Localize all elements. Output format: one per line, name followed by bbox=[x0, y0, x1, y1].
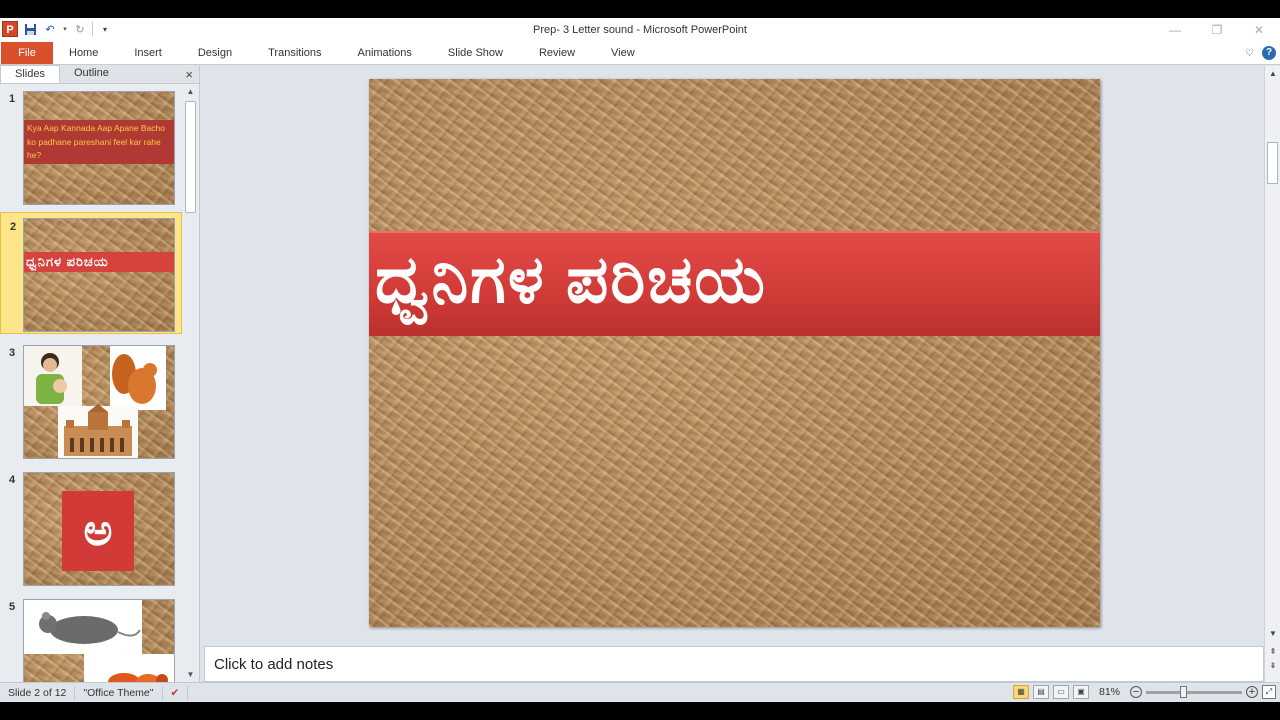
slide-sorter-icon[interactable]: ▤ bbox=[1032, 685, 1049, 699]
thumbnail-text: ಅ bbox=[62, 491, 134, 571]
minimize-ribbon-icon[interactable]: ♡ bbox=[1245, 48, 1254, 59]
close-pane-icon[interactable]: × bbox=[185, 67, 193, 82]
notes-pane[interactable]: Click to add notes bbox=[204, 646, 1264, 682]
status-bar: Slide 2 of 12 "Office Theme" ✔ ▦ ▤ ▭ ▣ 8… bbox=[0, 682, 1280, 702]
next-slide-icon[interactable]: ⇟ bbox=[1265, 660, 1280, 672]
tab-file[interactable]: File bbox=[1, 42, 53, 64]
thumbnail-pictures bbox=[24, 346, 166, 458]
slide-canvas[interactable]: ಧ್ವನಿಗಳ ಪರಿಚಯ bbox=[369, 79, 1100, 627]
slide-thumbnail-image[interactable] bbox=[23, 599, 175, 682]
thumbnail-text: Kya Aap Kannada Aap Apane Bacho ko padha… bbox=[24, 120, 174, 164]
theme-name: "Office Theme" bbox=[75, 685, 163, 700]
zoom-in-icon[interactable]: + bbox=[1246, 686, 1258, 698]
reading-view-icon[interactable]: ▭ bbox=[1052, 685, 1069, 699]
scroll-down-icon[interactable]: ▼ bbox=[182, 668, 199, 682]
tab-review[interactable]: Review bbox=[523, 42, 595, 64]
slide-number: 2 bbox=[10, 221, 17, 233]
zoom-slider-knob[interactable] bbox=[1179, 685, 1187, 698]
slide-counter: Slide 2 of 12 bbox=[0, 685, 76, 700]
previous-slide-icon[interactable]: ⇞ bbox=[1265, 646, 1280, 658]
minimize-button[interactable]: — bbox=[1154, 18, 1196, 42]
scrollbar-thumb[interactable] bbox=[1267, 142, 1278, 184]
view-and-zoom-controls: ▦ ▤ ▭ ▣ 81% − + ⤢ bbox=[1012, 685, 1276, 699]
scroll-down-icon[interactable]: ▼ bbox=[1265, 628, 1280, 640]
slide-thumbnail-image[interactable]: Kya Aap Kannada Aap Apane Bacho ko padha… bbox=[23, 91, 175, 205]
scrollbar-thumb[interactable] bbox=[185, 101, 196, 213]
slides-pane: Slides Outline × 1 Kya Aap Kannada Aap A… bbox=[0, 65, 200, 682]
thumbnails-scrollbar[interactable]: ▲ ▼ bbox=[182, 85, 199, 682]
tab-slides[interactable]: Slides bbox=[0, 65, 60, 83]
tab-view[interactable]: View bbox=[595, 42, 655, 64]
tab-transitions[interactable]: Transitions bbox=[252, 42, 341, 64]
slide-thumbnail-1[interactable]: 1 Kya Aap Kannada Aap Apane Bacho ko pad… bbox=[0, 85, 182, 207]
help-icon[interactable]: ? bbox=[1262, 46, 1276, 60]
ribbon-tabs: File Home Insert Design Transitions Anim… bbox=[0, 42, 1280, 65]
zoom-slider[interactable] bbox=[1146, 685, 1242, 698]
spell-check-icon[interactable]: ✔ bbox=[163, 685, 189, 700]
slide-show-icon[interactable]: ▣ bbox=[1072, 685, 1089, 699]
slide-thumbnail-3[interactable]: 3 bbox=[0, 339, 182, 461]
tab-slide-show[interactable]: Slide Show bbox=[432, 42, 523, 64]
restore-button[interactable]: ❐ bbox=[1196, 18, 1238, 42]
scroll-up-icon[interactable]: ▲ bbox=[182, 85, 199, 99]
slide-thumbnail-image[interactable] bbox=[23, 345, 175, 459]
slide-thumbnail-5[interactable]: 5 bbox=[0, 593, 182, 682]
thumbnail-text: ಧ್ವನಿಗಳ ಪರಿಚಯ bbox=[24, 252, 174, 272]
slide-thumbnail-2[interactable]: 2 ಧ್ವನಿಗಳ ಪರಿಚಯ bbox=[0, 212, 182, 334]
ribbon-right-controls: ♡ ? bbox=[1245, 46, 1276, 60]
pane-tabs: Slides Outline × bbox=[0, 65, 199, 84]
title-band: ಧ್ವನಿಗಳ ಪರಿಚಯ bbox=[369, 231, 1100, 336]
window-controls: — ❐ ✕ bbox=[1154, 18, 1280, 42]
zoom-level[interactable]: 81% bbox=[1093, 686, 1126, 698]
slide-number: 5 bbox=[9, 601, 16, 613]
slide-number: 1 bbox=[9, 93, 16, 105]
zoom-out-icon[interactable]: − bbox=[1130, 686, 1142, 698]
slide-editing-area: ಧ್ವನಿಗಳ ಪರಿಚಯ bbox=[201, 66, 1264, 638]
thumbnail-pictures bbox=[24, 600, 174, 682]
close-button[interactable]: ✕ bbox=[1238, 18, 1280, 42]
tab-outline[interactable]: Outline bbox=[60, 65, 123, 83]
slide-title[interactable]: ಧ್ವನಿಗಳ ಪರಿಚಯ bbox=[375, 241, 767, 320]
slide-thumbnails: 1 Kya Aap Kannada Aap Apane Bacho ko pad… bbox=[0, 85, 182, 682]
notes-placeholder[interactable]: Click to add notes bbox=[214, 656, 333, 673]
window-title: Prep- 3 Letter sound - Microsoft PowerPo… bbox=[533, 24, 747, 36]
slide-number: 3 bbox=[9, 347, 16, 359]
fit-to-window-icon[interactable]: ⤢ bbox=[1262, 685, 1276, 699]
slide-number: 4 bbox=[9, 474, 16, 486]
normal-view-icon[interactable]: ▦ bbox=[1012, 685, 1029, 699]
slide-scrollbar[interactable]: ▲ ▼ ⇞ ⇟ bbox=[1264, 66, 1280, 700]
tab-animations[interactable]: Animations bbox=[342, 42, 432, 64]
slide-thumbnail-4[interactable]: 4 ಅ bbox=[0, 466, 182, 588]
tab-home[interactable]: Home bbox=[53, 42, 118, 64]
slide-thumbnail-image[interactable]: ಧ್ವನಿಗಳ ಪರಿಚಯ bbox=[23, 218, 175, 332]
tab-insert[interactable]: Insert bbox=[118, 42, 182, 64]
slide-thumbnail-image[interactable]: ಅ bbox=[23, 472, 175, 586]
tab-design[interactable]: Design bbox=[182, 42, 252, 64]
powerpoint-window: P ↶ ▾ ↻ ▾ Prep- 3 Letter sound - Microso… bbox=[0, 18, 1280, 702]
title-bar: P ↶ ▾ ↻ ▾ Prep- 3 Letter sound - Microso… bbox=[0, 18, 1280, 42]
scroll-up-icon[interactable]: ▲ bbox=[1265, 68, 1280, 80]
